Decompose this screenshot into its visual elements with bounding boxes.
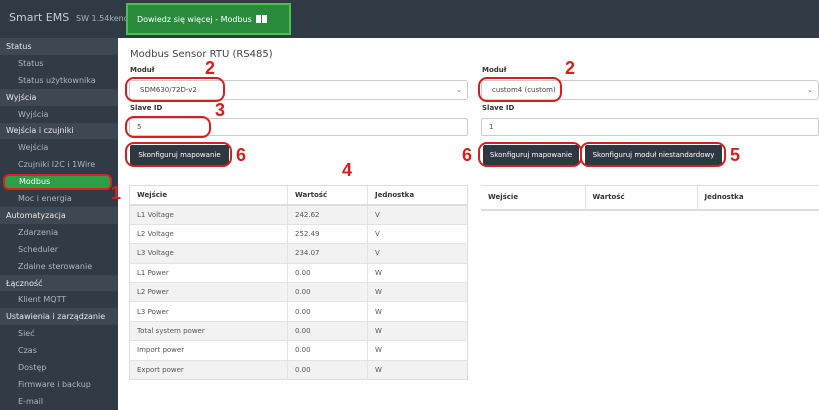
annotation-number: 6 [236,145,247,165]
cell-value: 0.00 [287,359,368,380]
slave-id-label-right: Slave ID [482,104,515,112]
slave-id-input-right[interactable]: 1 [481,118,819,136]
cell-unit: W [367,359,468,380]
module-select-left[interactable]: SDM630/72D-v2 ⌄ [129,80,468,100]
module-select-right-value: custom4 (custom) [492,86,556,94]
chevron-down-icon: ⌄ [807,86,813,94]
sidebar-item[interactable]: Scheduler [0,241,118,258]
cell-value: 0.00 [287,301,368,322]
cell-unit: W [367,262,468,283]
cell-unit: W [367,301,468,322]
top-bar: Smart EMS SW 1.54keno | HW 3.8 Dowiedz s… [0,0,819,38]
cell-input-name: L2 Power [129,281,288,302]
cell-input-name: L1 Voltage [129,204,288,225]
sidebar-section-header: Status [0,38,118,55]
table-header-row: Wejście Wartość Jednostka [481,185,819,211]
cell-input-name: Export power [129,359,288,380]
cell-input-name: L3 Power [129,301,288,322]
sidebar-item[interactable]: Klient MQTT [0,292,118,309]
column-header-value: Wartość [287,184,368,206]
cell-value: 234.07 [287,243,368,264]
sensor-values-table-left: Wejście Wartość Jednostka L1 Voltage 242.… [129,184,468,380]
sidebar-item[interactable]: Moc i energia [0,190,118,207]
cell-unit: V [367,243,468,264]
configure-mapping-button-right[interactable]: Skonfiguruj mapowanie [483,145,579,165]
sidebar-section-header: Ustawienia i zarządzanie [0,308,118,326]
module-label-left: Moduł [130,66,155,74]
sidebar-item[interactable]: Modbus [3,173,112,190]
sidebar-item[interactable]: Wyjścia [0,106,118,123]
sidebar-item[interactable]: Czas [0,342,118,359]
table-row: Import power 0.00 W [129,340,468,361]
cell-unit: W [367,281,468,302]
sidebar-section-header: Automatyzacja [0,207,118,224]
column-header-input: Wejście [481,185,585,211]
cell-value: 0.00 [287,281,368,302]
app-brand[interactable]: Smart EMS [9,11,69,24]
cell-value: 0.00 [287,320,368,341]
cell-input-name: L1 Power [129,262,288,283]
table-row: Total system power 0.00 W [129,320,468,341]
table-row: L1 Voltage 242.62 V [129,204,468,225]
table-row: L3 Power 0.00 W [129,301,468,322]
configure-custom-module-button[interactable]: Skonfiguruj moduł niestandardowy [585,145,722,165]
module-select-left-value: SDM630/72D-v2 [140,86,197,94]
cell-input-name: Import power [129,340,288,361]
slave-id-label-left: Slave ID [130,104,163,112]
table-row: L1 Power 0.00 W [129,262,468,283]
cell-unit: V [367,223,468,244]
page-title: Modbus Sensor RTU (RS485) [130,49,273,60]
table-row: L2 Power 0.00 W [129,281,468,302]
cell-input-name: L2 Voltage [129,223,288,244]
sidebar: Status Status Status użytkownika Wyjścia Wyj… [0,38,118,410]
book-icon [255,15,267,23]
sidebar-item[interactable]: Firmware i backup [0,376,118,393]
chevron-down-icon: ⌄ [456,86,462,94]
sidebar-item[interactable]: Czujniki I2C i 1Wire [0,156,118,173]
cell-value: 0.00 [287,340,368,361]
table-row: L3 Voltage 234.07 V [129,243,468,264]
sensor-values-table-right: Wejście Wartość Jednostka [481,185,819,211]
cell-unit: V [367,204,468,225]
column-header-input: Wejście [129,184,288,206]
sidebar-item[interactable]: Zdalne sterowanie [0,258,118,275]
cell-value: 0.00 [287,262,368,283]
column-header-unit: Jednostka [696,185,819,211]
cell-value: 242.62 [287,204,368,225]
module-label-right: Moduł [482,66,507,74]
table-row: L2 Voltage 252.49 V [129,223,468,244]
sidebar-section-header: Wejścia i czujniki [0,122,118,140]
cell-input-name: L3 Voltage [129,243,288,264]
cell-unit: W [367,340,468,361]
slave-id-input-left[interactable]: 5 [129,118,468,136]
sidebar-item[interactable]: Wejścia [0,139,118,156]
cell-input-name: Total system power [129,320,288,341]
annotation-number: 3 [215,100,226,120]
module-select-right[interactable]: custom4 (custom) ⌄ [481,80,819,100]
annotation-number: 6 [462,145,473,165]
table-header-row: Wejście Wartość Jednostka [129,184,468,206]
annotation-number: 4 [342,160,353,180]
annotation-number: 1 [111,183,122,203]
annotation-number: 2 [205,58,216,78]
sidebar-item[interactable]: Sieć [0,325,118,342]
table-row: Export power 0.00 W [129,359,468,380]
sidebar-item[interactable]: E-mail [0,393,118,410]
cell-unit: W [367,320,468,341]
learn-more-button[interactable]: Dowiedz się więcej - Modbus [126,3,291,35]
sidebar-section-header: Wyjścia [0,88,118,106]
sidebar-item[interactable]: Dostęp [0,359,118,376]
column-header-value: Wartość [584,185,697,211]
sidebar-item[interactable]: Status [0,55,118,72]
sidebar-section-header: Łączność [0,274,118,292]
configure-mapping-button-left[interactable]: Skonfiguruj mapowanie [130,145,229,165]
cell-value: 252.49 [287,223,368,244]
annotation-number: 2 [565,58,576,78]
annotation-number: 5 [730,145,741,165]
sidebar-item[interactable]: Status użytkownika [0,72,118,89]
column-header-unit: Jednostka [367,184,468,206]
learn-more-label: Dowiedz się więcej - Modbus [137,14,252,24]
sidebar-item[interactable]: Zdarzenia [0,224,118,241]
